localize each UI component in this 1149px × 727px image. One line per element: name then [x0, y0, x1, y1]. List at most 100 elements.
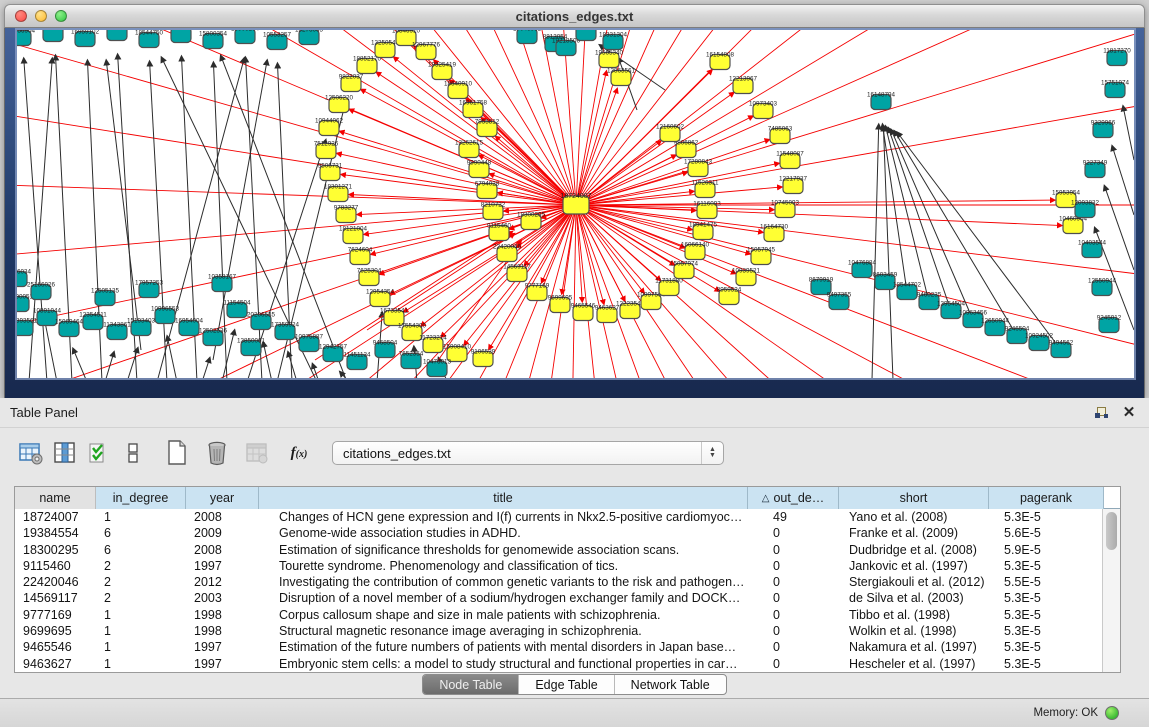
network-node[interactable]: 10476013	[423, 359, 452, 377]
network-node-selected[interactable]: 12160602	[656, 124, 685, 142]
network-node-selected[interactable]: 7485063	[768, 126, 793, 144]
network-node[interactable]: 16906104	[231, 30, 260, 44]
network-node-selected[interactable]: 18121004	[339, 226, 368, 244]
new-table-button[interactable]	[162, 438, 192, 468]
network-node-selected[interactable]: 16116093	[693, 201, 721, 219]
network-node[interactable]: 12610651	[167, 30, 196, 43]
network-node[interactable]: 16959102	[71, 30, 100, 47]
network-node-selected[interactable]: 12506220	[325, 95, 354, 113]
network-node-selected[interactable]: 8959524	[717, 287, 742, 305]
float-panel-button[interactable]	[1091, 403, 1111, 423]
network-node-selected[interactable]: 10944062	[315, 118, 344, 136]
network-node[interactable]: 15276005	[295, 30, 324, 45]
network-node-selected[interactable]: 16066140	[681, 242, 710, 260]
network-node-selected[interactable]: 18300295	[517, 212, 546, 230]
column-header-pagerank[interactable]: pagerank	[989, 487, 1104, 509]
table-row[interactable]: 946554611997Estimation of the future num…	[15, 639, 1102, 655]
network-node-selected[interactable]: 10745093	[771, 200, 800, 218]
network-node[interactable]: 20643754	[39, 30, 68, 42]
table-row[interactable]: 946362711997Embryonic stem cells: a mode…	[15, 656, 1102, 672]
network-node-selected[interactable]: 9115460	[487, 223, 512, 241]
close-panel-button[interactable]: ✕	[1119, 403, 1139, 423]
scrollbar-thumb[interactable]	[1106, 512, 1117, 550]
network-node-selected[interactable]: 18941475	[689, 222, 718, 240]
network-node[interactable]: 10553257	[263, 32, 292, 50]
tab-network-table[interactable]: Network Table	[615, 675, 726, 694]
network-node[interactable]: 7652354	[399, 351, 424, 369]
network-node-selected[interactable]: 9106529	[471, 349, 496, 367]
network-node[interactable]: 9497355	[827, 292, 852, 310]
network-node[interactable]: 9468504	[373, 340, 398, 358]
network-node[interactable]: 15193403	[127, 318, 156, 336]
tab-edge-table[interactable]: Edge Table	[519, 675, 614, 694]
table-selector-dropdown[interactable]: citations_edges.txt ▲▼	[332, 441, 724, 465]
column-header-in_degree[interactable]: in_degree	[96, 487, 186, 509]
network-node[interactable]: 17046961	[513, 30, 542, 44]
network-node-selected[interactable]: 19565340	[595, 50, 624, 68]
network-node[interactable]: 25166026	[27, 282, 56, 300]
network-node-selected[interactable]: 22420046	[493, 244, 522, 262]
network-node-selected[interactable]: 15057945	[747, 247, 776, 265]
delete-table-button[interactable]	[202, 438, 232, 468]
network-node[interactable]: 18331304	[599, 32, 628, 50]
network-node-selected[interactable]: 12967776	[412, 42, 441, 60]
network-node-selected[interactable]: 9699695	[548, 295, 573, 313]
network-node-selected[interactable]: 9465546	[571, 303, 596, 321]
network-node-selected[interactable]: 10939521	[732, 268, 761, 286]
table-row[interactable]: 1872400712008Changes of HCN gene express…	[15, 509, 1102, 525]
column-header-name[interactable]: name	[15, 487, 96, 509]
network-node-selected[interactable]: 9822037	[339, 74, 364, 92]
memory-status-indicator[interactable]	[1105, 706, 1119, 720]
table-row[interactable]: 969969511998Structural magnetic resonanc…	[15, 623, 1102, 639]
network-node[interactable]: 15800354	[199, 31, 228, 49]
select-all-check-button[interactable]	[84, 438, 114, 468]
network-node-selected[interactable]: 10460904	[1059, 216, 1088, 234]
network-node[interactable]: 9227349	[1083, 160, 1108, 178]
network-node-selected[interactable]: 7512926	[314, 141, 339, 159]
network-node[interactable]: 12502536	[199, 328, 228, 346]
network-node[interactable]: 17957253	[135, 280, 164, 298]
network-node-selected[interactable]: 11548087	[776, 151, 804, 169]
network-node-selected[interactable]: 16961758	[459, 100, 488, 118]
network-node[interactable]: 13850061	[237, 338, 266, 356]
network-node-selected[interactable]: 9783277	[334, 205, 359, 223]
network-node-selected[interactable]: 16164730	[760, 224, 789, 242]
network-node-selected[interactable]: 12954354	[366, 289, 395, 307]
network-node[interactable]: 12093832	[1071, 200, 1100, 218]
network-node-selected[interactable]: 12217937	[779, 176, 808, 194]
network-node-selected[interactable]: 6794028	[475, 181, 500, 199]
network-node-selected[interactable]: 18724007	[560, 193, 591, 214]
network-node-selected[interactable]: 12213967	[729, 76, 758, 94]
table-row[interactable]: 2242004622012Investigating the contribut…	[15, 574, 1102, 590]
network-node[interactable]: 11817270	[1103, 48, 1131, 66]
network-node-selected[interactable]: 18301271	[324, 184, 353, 202]
network-node[interactable]: 9329966	[1091, 120, 1116, 138]
network-node-selected[interactable]: 7624604	[348, 247, 373, 265]
network-canvas[interactable]: 12506220 10944062 7512926 9506731 18301271 97…	[17, 30, 1134, 378]
network-node[interactable]: 9494562	[1049, 340, 1074, 358]
table-row[interactable]: 1938455462009Genome-wide association stu…	[15, 525, 1102, 541]
network-node[interactable]: 10358167	[208, 274, 237, 292]
network-node-selected[interactable]: 7955812	[475, 119, 500, 137]
table-row[interactable]: 977716911998Corpus callosum shape and si…	[15, 607, 1102, 623]
table-row[interactable]: 1830029562008Estimation of significance …	[15, 542, 1102, 558]
network-node[interactable]: 11745103	[103, 30, 131, 41]
network-node[interactable]: 20876682	[572, 30, 601, 41]
network-node[interactable]: 15751074	[1101, 80, 1130, 98]
column-header-title[interactable]: title	[259, 487, 748, 509]
network-node-selected[interactable]: 18640910	[444, 81, 473, 99]
row-height-button[interactable]	[118, 438, 148, 468]
column-header-short[interactable]: short	[839, 487, 989, 509]
network-node-selected[interactable]: 11731880	[655, 278, 683, 296]
column-header-out_de[interactable]: △out_de…	[748, 487, 839, 509]
network-node[interactable]: 18544750	[135, 30, 164, 48]
network-node-selected[interactable]: 19325419	[428, 62, 457, 80]
network-node[interactable]: 11451134	[343, 352, 371, 370]
table-row[interactable]: 1456911722003Disruption of a novel membe…	[15, 590, 1102, 606]
network-node-selected[interactable]: 11526311	[691, 180, 719, 198]
function-builder-button[interactable]: f(x)	[284, 438, 314, 468]
network-node[interactable]: 19218506	[552, 38, 581, 56]
window-titlebar[interactable]: citations_edges.txt	[4, 4, 1145, 28]
network-node-selected[interactable]: 9506731	[318, 163, 343, 181]
network-node[interactable]: 12550944	[1088, 278, 1117, 296]
